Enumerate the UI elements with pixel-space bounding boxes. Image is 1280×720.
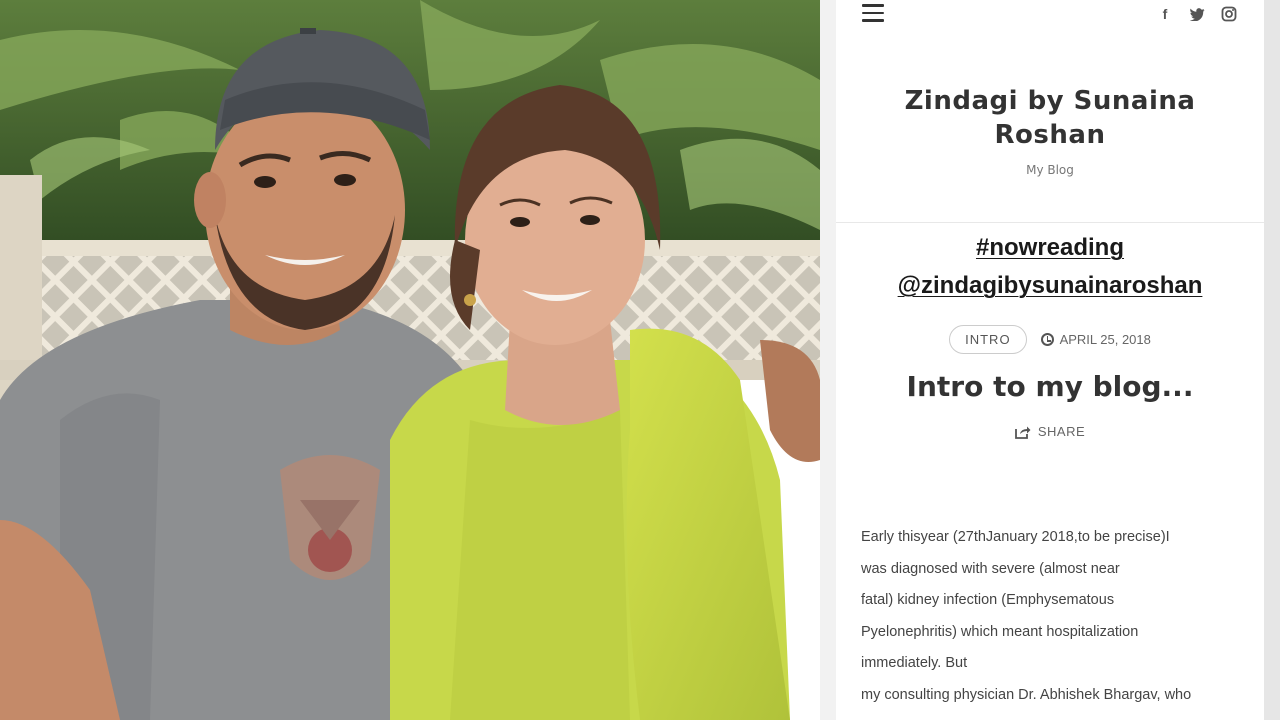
story-hashtag-text: #nowreading [975,234,1125,261]
post-date: APRIL 25, 2018 [1040,332,1151,347]
post-body: Early thisyear (27thJanuary 2018,to be p… [861,522,1264,711]
social-links: f [1156,5,1238,23]
post-body-line: Early thisyear (27thJanuary 2018,to be p… [861,529,1170,545]
story-hashtag: #nowreading [836,234,1264,262]
twitter-icon[interactable] [1188,5,1206,23]
blog-page: f Zindagi by Sunaina Roshan My Blog #now… [836,0,1264,720]
site-title[interactable]: Zindagi by Sunaina Roshan [876,84,1224,152]
post-date-text: APRIL 25, 2018 [1059,332,1151,347]
post-body-line: immediately. But [861,655,968,671]
post-body-line: fatal) kidney infection (Emphysematous [861,592,1115,608]
site-tagline: My Blog [1026,163,1074,177]
category-tag[interactable]: INTRO [949,325,1027,354]
right-edge-strip [1264,0,1280,720]
share-icon [1014,426,1031,439]
post-title[interactable]: Intro to my blog... [836,370,1264,403]
story-handle-text: @zindagibysunainaroshan [897,272,1203,299]
post-body-line: was diagnosed with severe (almost near [861,560,1120,577]
share-button[interactable]: SHARE [836,424,1264,439]
post-body-line: my consulting physician Dr. Abhishek Bha… [861,686,1192,703]
photo-illustration [0,0,820,720]
post-body-line: Pyelonephritis) which meant hospitalizat… [861,623,1139,640]
facebook-icon[interactable]: f [1156,5,1174,23]
post-meta: INTRO APRIL 25, 2018 [836,325,1264,354]
panel-divider [820,0,836,720]
instagram-icon[interactable] [1220,5,1238,23]
share-label: SHARE [1037,424,1086,439]
clock-icon [1040,333,1054,346]
photo [0,0,820,720]
hamburger-menu-icon[interactable] [862,4,884,22]
story-handle: @zindagibysunainaroshan [836,272,1264,300]
header-divider [836,222,1264,223]
